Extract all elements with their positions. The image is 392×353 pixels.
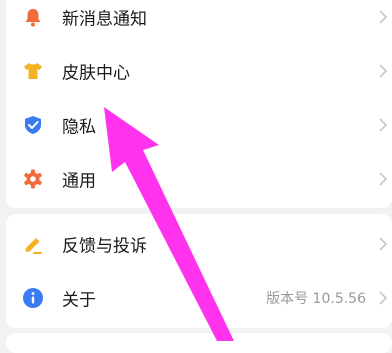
settings-item-label: 隐私 [62,117,96,138]
chevron-right-icon [379,64,388,78]
settings-item-general[interactable]: 通用 [6,152,392,206]
settings-item-label: 关于 [62,290,96,311]
chevron-right-icon [379,10,388,24]
settings-item-label: 反馈与投诉 [62,236,147,257]
bell-icon [22,6,44,28]
settings-group-support: 反馈与投诉 关于 版本号 10.5.56 [6,214,392,328]
settings-item-about[interactable]: 关于 版本号 10.5.56 [6,271,392,325]
pencil-icon [22,233,44,255]
settings-item-label: 通用 [62,171,96,192]
chevron-right-icon [379,291,388,305]
settings-item-feedback[interactable]: 反馈与投诉 [6,217,392,271]
settings-item-skin-center[interactable]: 皮肤中心 [6,44,392,98]
chevron-right-icon [379,172,388,186]
settings-group-next [6,333,392,353]
chevron-right-icon [379,118,388,132]
settings-group-main: 新消息通知 皮肤中心 隐私 通用 [6,0,392,208]
gear-icon [22,168,44,190]
settings-item-notifications[interactable]: 新消息通知 [6,0,392,44]
settings-item-label: 新消息通知 [62,9,147,30]
chevron-right-icon [379,237,388,251]
version-number: 版本号 10.5.56 [266,291,366,307]
settings-item-label: 皮肤中心 [62,63,130,84]
settings-item-privacy[interactable]: 隐私 [6,98,392,152]
info-icon [22,287,44,309]
tshirt-icon [22,60,44,82]
shield-check-icon [22,114,44,136]
